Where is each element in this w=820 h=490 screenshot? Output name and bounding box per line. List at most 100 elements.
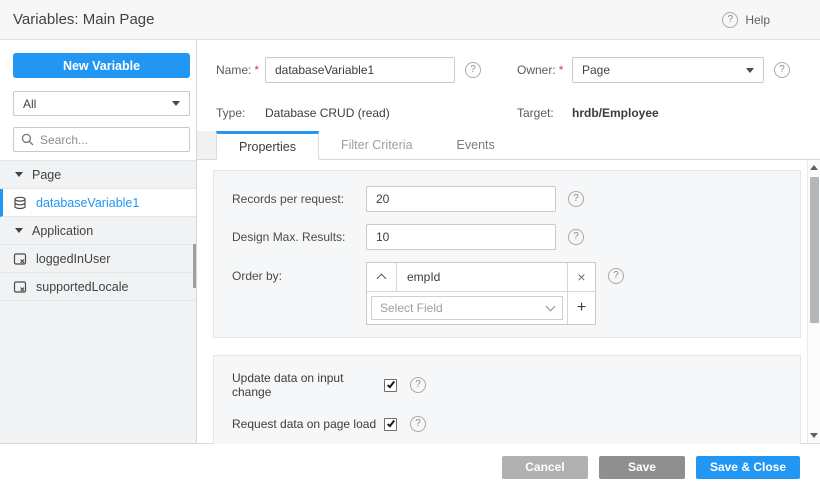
- help-icon: ?: [722, 12, 738, 28]
- move-up-button[interactable]: [367, 263, 397, 291]
- editor-tabs: Properties Filter Criteria Events: [197, 131, 820, 160]
- scroll-down-arrow-icon[interactable]: [810, 433, 818, 438]
- properties-content: Records per request: ? Design Max. Resul…: [197, 160, 807, 443]
- name-help-icon[interactable]: ?: [465, 62, 481, 78]
- chevron-down-icon: [546, 302, 556, 312]
- type-value: Database CRUD (read): [265, 106, 517, 120]
- tree-item-label: supportedLocale: [36, 280, 128, 294]
- target-label: Target:: [517, 106, 572, 120]
- dialog-body: New Variable All Page: [0, 40, 820, 444]
- save-button[interactable]: Save: [599, 456, 685, 479]
- order-by-row: Order by: empId ×: [232, 262, 782, 325]
- design-max-results-label: Design Max. Results:: [232, 230, 366, 244]
- records-per-request-input[interactable]: [366, 186, 556, 212]
- order-by-help-icon[interactable]: ?: [608, 268, 624, 284]
- tree-item-databasevariable1[interactable]: databaseVariable1: [0, 189, 196, 217]
- owner-help-icon[interactable]: ?: [774, 62, 790, 78]
- order-by-label: Order by:: [232, 269, 366, 283]
- variable-filter-value: All: [23, 97, 36, 111]
- design-max-results-row: Design Max. Results: ?: [232, 224, 782, 250]
- variables-dialog: Variables: Main Page ? Help New Variable…: [0, 0, 820, 490]
- chevron-down-icon: [746, 68, 754, 73]
- variable-filter-dropdown[interactable]: All: [13, 91, 190, 116]
- order-by-add-row: Select Field +: [367, 291, 595, 324]
- tab-events[interactable]: Events: [435, 131, 517, 159]
- update-on-input-label: Update data on input change: [232, 371, 384, 399]
- scrollbar-thumb[interactable]: [810, 177, 819, 323]
- chevron-up-icon: [377, 274, 387, 284]
- dialog-titlebar: Variables: Main Page ? Help: [0, 0, 820, 40]
- tab-filter-criteria[interactable]: Filter Criteria: [319, 131, 435, 159]
- check-icon: [386, 379, 394, 388]
- tree-group-application[interactable]: Application: [0, 217, 196, 245]
- tree-group-label: Application: [32, 224, 93, 238]
- tree-item-supportedlocale[interactable]: supportedLocale: [0, 273, 196, 301]
- request-on-load-help-icon[interactable]: ?: [410, 416, 426, 432]
- static-variable-icon: [13, 252, 27, 266]
- dialog-footer: Cancel Save Save & Close: [0, 444, 820, 490]
- owner-value: Page: [582, 63, 610, 77]
- owner-dropdown[interactable]: Page: [572, 57, 764, 83]
- tree-item-label: databaseVariable1: [36, 196, 139, 210]
- remove-field-button[interactable]: ×: [567, 263, 595, 291]
- dialog-title: Variables: Main Page: [13, 11, 154, 28]
- records-per-request-row: Records per request: ?: [232, 186, 782, 212]
- data-settings-panel: Records per request: ? Design Max. Resul…: [213, 170, 801, 338]
- records-per-request-label: Records per request:: [232, 192, 366, 206]
- request-on-load-row: Request data on page load ?: [232, 416, 782, 432]
- variable-search-box[interactable]: [13, 127, 190, 152]
- design-max-results-input[interactable]: [366, 224, 556, 250]
- select-field-dropdown[interactable]: Select Field: [371, 296, 563, 320]
- max-results-help-icon[interactable]: ?: [568, 229, 584, 245]
- tab-properties[interactable]: Properties: [216, 131, 319, 160]
- update-on-input-help-icon[interactable]: ?: [410, 377, 426, 393]
- check-icon: [386, 418, 394, 427]
- sidebar-scrollbar-thumb[interactable]: [193, 244, 196, 288]
- required-asterisk: *: [559, 63, 564, 77]
- tree-item-loggedinuser[interactable]: loggedInUser: [0, 245, 196, 273]
- caret-down-icon[interactable]: [15, 172, 23, 177]
- properties-scroll-region: Records per request: ? Design Max. Resul…: [197, 160, 820, 443]
- caret-down-icon[interactable]: [15, 228, 23, 233]
- scroll-up-arrow-icon[interactable]: [810, 165, 818, 170]
- variables-sidebar: New Variable All Page: [0, 40, 197, 443]
- order-by-entry: empId ×: [367, 263, 595, 291]
- help-label: Help: [745, 13, 770, 27]
- database-variable-icon: [13, 196, 27, 210]
- request-on-load-checkbox[interactable]: [384, 418, 397, 431]
- name-label: Name:*: [216, 63, 265, 77]
- add-field-button[interactable]: +: [567, 292, 595, 324]
- order-by-field-value: empId: [397, 263, 567, 291]
- variable-search-input[interactable]: [40, 133, 182, 147]
- new-variable-button[interactable]: New Variable: [13, 53, 190, 78]
- order-by-widget: empId × Select Field: [366, 262, 596, 325]
- sidebar-controls: New Variable All: [0, 40, 196, 160]
- vertical-scrollbar[interactable]: [807, 160, 820, 443]
- records-help-icon[interactable]: ?: [568, 191, 584, 207]
- tree-item-label: loggedInUser: [36, 252, 110, 266]
- variable-name-input[interactable]: [265, 57, 455, 83]
- tree-group-page[interactable]: Page: [0, 161, 196, 189]
- name-owner-row: Name:* ? Owner:* Page ?: [216, 57, 820, 83]
- type-label: Type:: [216, 106, 265, 120]
- type-target-row: Type: Database CRUD (read) Target: hrdb/…: [216, 105, 820, 121]
- variable-editor: Name:* ? Owner:* Page ? Ty: [197, 40, 820, 443]
- tree-group-label: Page: [32, 168, 61, 182]
- owner-label: Owner:*: [517, 63, 572, 77]
- variables-tree: Page databaseVariable1 Application: [0, 160, 196, 443]
- save-close-button[interactable]: Save & Close: [696, 456, 800, 479]
- search-icon: [21, 133, 34, 146]
- behavior-panel: Update data on input change ? Request da…: [213, 355, 801, 451]
- update-on-input-checkbox[interactable]: [384, 379, 397, 392]
- chevron-down-icon: [172, 101, 180, 106]
- select-field-wrap: Select Field: [367, 292, 567, 324]
- required-asterisk: *: [254, 63, 259, 77]
- tabbar-spacer: [197, 131, 216, 159]
- cancel-button[interactable]: Cancel: [502, 456, 588, 479]
- static-variable-icon: [13, 280, 27, 294]
- help-link[interactable]: ? Help: [722, 12, 770, 28]
- update-on-input-row: Update data on input change ?: [232, 371, 782, 399]
- variable-summary: Name:* ? Owner:* Page ? Ty: [197, 40, 820, 131]
- request-on-load-label: Request data on page load: [232, 417, 384, 431]
- select-field-placeholder: Select Field: [380, 301, 443, 315]
